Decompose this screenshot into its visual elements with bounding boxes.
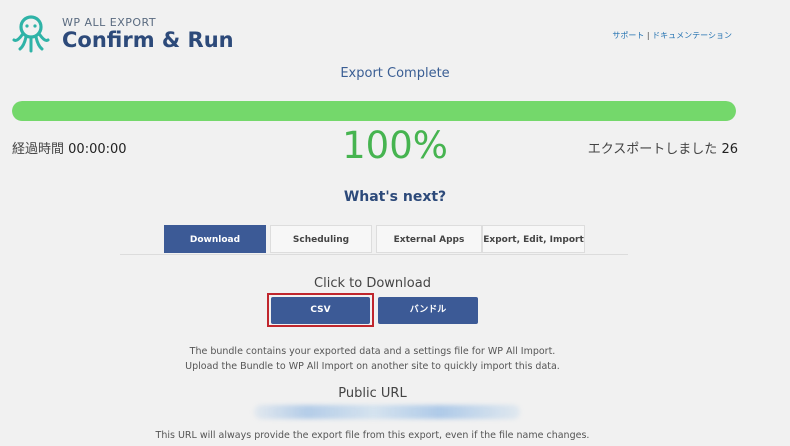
exported-label: エクスポートしました [587, 142, 718, 157]
export-complete-heading: Export Complete [340, 66, 450, 81]
public-url-note: This URL will always provide the export … [155, 430, 590, 441]
help-links: サポート | ドキュメンテーション [612, 30, 732, 41]
documentation-link[interactable]: ドキュメンテーション [652, 31, 732, 40]
whats-next-heading: What's next? [343, 189, 447, 205]
tab-external-apps[interactable]: External Apps [376, 225, 482, 253]
exported-value: 26 [721, 142, 738, 157]
tab-export-edit-import[interactable]: Export, Edit, Import [482, 225, 585, 253]
progress-bar-fill [12, 101, 736, 121]
tabs-divider [120, 254, 628, 255]
progress-bar [12, 101, 736, 121]
bundle-download-button[interactable]: バンドル [378, 297, 478, 324]
support-link[interactable]: サポート [612, 31, 644, 40]
page-header: WP ALL EXPORT Confirm & Run サポート | ドキュメン… [12, 10, 778, 55]
click-to-download-heading: Click to Download [314, 276, 431, 291]
tab-download[interactable]: Download [164, 225, 266, 253]
tab-scheduling[interactable]: Scheduling [270, 225, 372, 253]
octopus-logo-icon [12, 15, 50, 53]
bundle-description-line-2: Upload the Bundle to WP All Import on an… [185, 361, 560, 372]
link-separator: | [646, 31, 650, 40]
csv-download-button[interactable]: CSV [271, 297, 370, 324]
public-url-heading: Public URL [338, 386, 407, 401]
bundle-description-line-1: The bundle contains your exported data a… [189, 346, 556, 357]
exported-count: エクスポートしました 26 [588, 138, 738, 157]
page-title: Confirm & Run [62, 28, 234, 52]
public-url-link[interactable] [254, 405, 520, 419]
